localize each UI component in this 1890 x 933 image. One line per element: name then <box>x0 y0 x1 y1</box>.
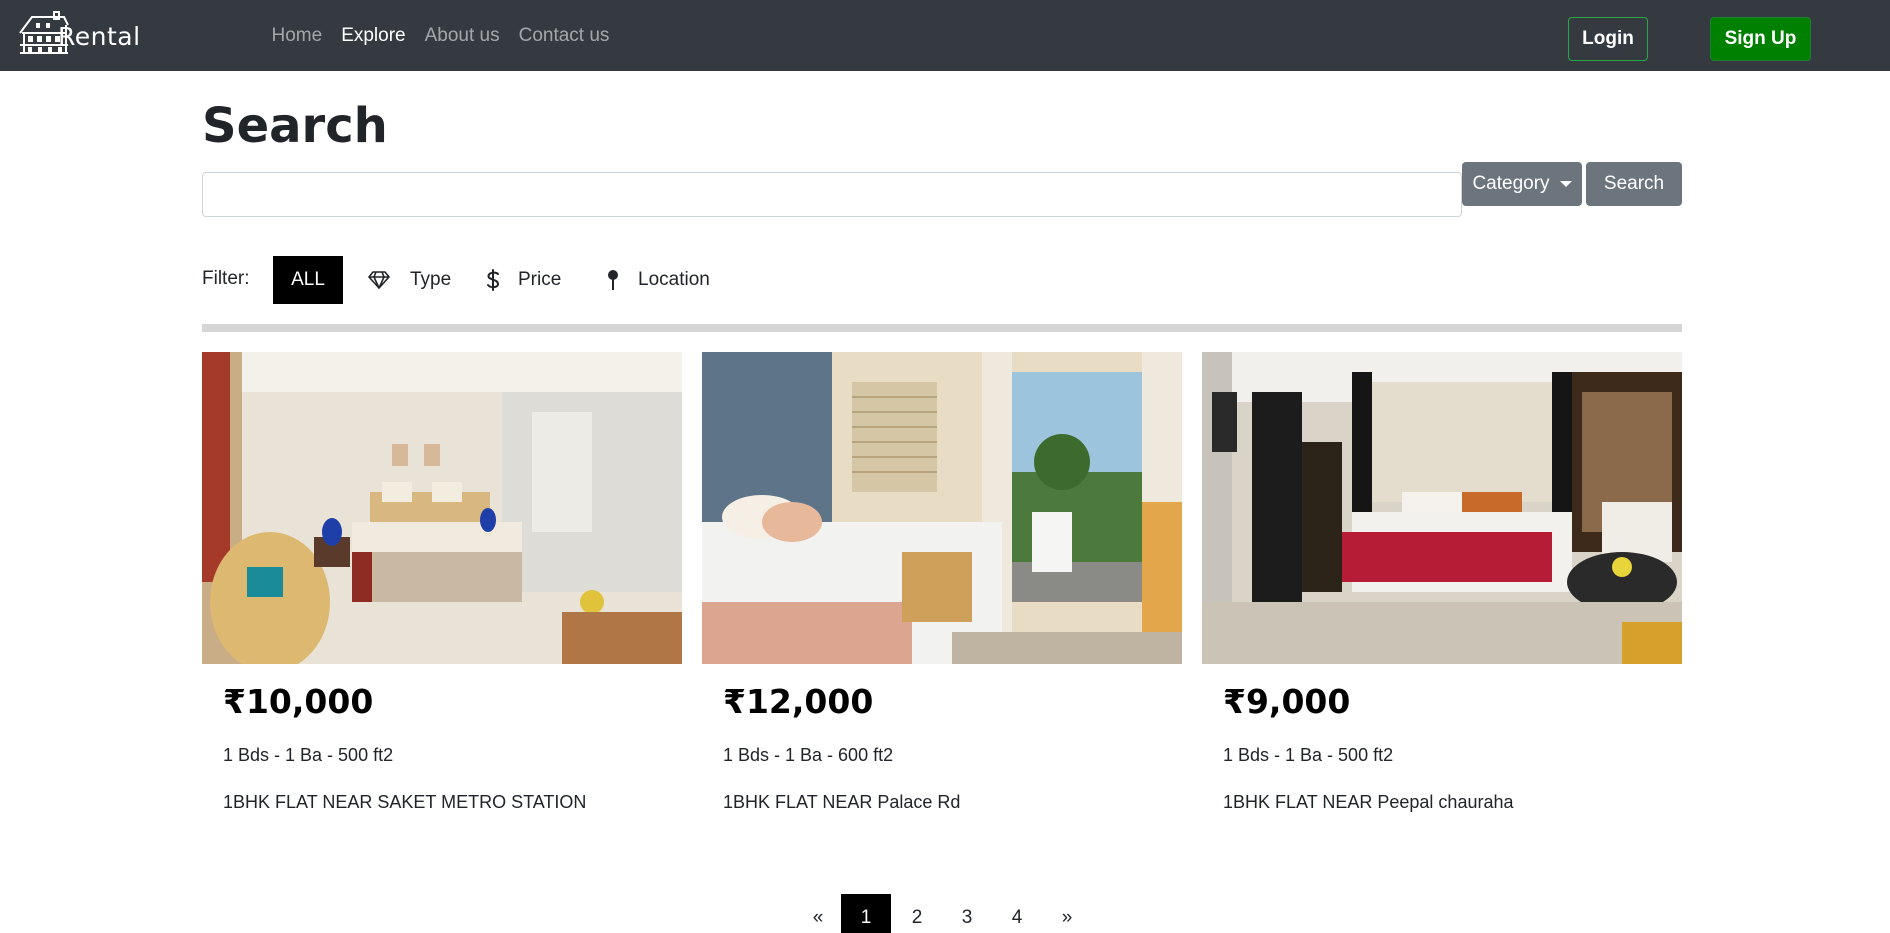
listing-price: ₹9,000 <box>1223 682 1351 721</box>
listing-title[interactable]: 1BHK FLAT NEAR Peepal chauraha <box>1223 792 1514 813</box>
login-button[interactable]: Login <box>1568 17 1648 61</box>
category-dropdown-button[interactable]: Category <box>1462 162 1582 206</box>
search-button[interactable]: Search <box>1586 162 1682 206</box>
listing-title[interactable]: 1BHK FLAT NEAR Palace Rd <box>723 792 960 813</box>
listing-card[interactable]: ₹9,000 1 Bds - 1 Ba - 500 ft2 1BHK FLAT … <box>1202 352 1682 822</box>
listing-price: ₹10,000 <box>223 682 374 721</box>
nav-link-contact[interactable]: Contact us <box>509 25 619 47</box>
filter-type-label: Type <box>410 269 452 290</box>
listing-card[interactable]: ₹12,000 1 Bds - 1 Ba - 600 ft2 1BHK FLAT… <box>702 352 1182 822</box>
nav-link-home[interactable]: Home <box>262 25 332 47</box>
search-input[interactable] <box>202 172 1462 217</box>
listing-specs: 1 Bds - 1 Ba - 500 ft2 <box>1223 745 1394 765</box>
pagination-next[interactable]: » <box>1042 894 1092 933</box>
pagination-page-4[interactable]: 4 <box>992 894 1042 933</box>
filter-label: Filter: <box>202 268 250 289</box>
pagination: « 1 2 3 4 » <box>0 894 1890 933</box>
caret-down-icon <box>1559 181 1572 187</box>
filter-location[interactable]: Location <box>602 256 710 304</box>
listing-photo[interactable] <box>1202 352 1682 664</box>
filter-type[interactable]: Type <box>368 256 451 304</box>
filter-price[interactable]: Price <box>482 256 561 304</box>
category-label: Category <box>1472 173 1550 194</box>
brand-name[interactable]: Rental <box>58 22 141 51</box>
listing-specs: 1 Bds - 1 Ba - 600 ft2 <box>723 745 894 765</box>
pagination-page-3[interactable]: 3 <box>942 894 992 933</box>
listing-specs: 1 Bds - 1 Ba - 500 ft2 <box>223 745 394 765</box>
map-pin-icon <box>602 269 624 291</box>
pagination-page-1[interactable]: 1 <box>841 894 891 933</box>
pagination-page-2[interactable]: 2 <box>892 894 942 933</box>
filter-all-button[interactable]: ALL <box>273 256 343 304</box>
listing-price: ₹12,000 <box>723 682 874 721</box>
nav-link-about[interactable]: About us <box>415 25 509 47</box>
dollar-icon <box>482 269 504 291</box>
listing-photo[interactable] <box>702 352 1182 664</box>
nav-links: Home Explore About us Contact us <box>262 0 619 71</box>
diamond-icon <box>368 269 390 291</box>
filter-price-label: Price <box>518 269 562 290</box>
pagination-prev[interactable]: « <box>793 894 843 933</box>
listing-photo[interactable] <box>202 352 682 664</box>
nav-link-explore[interactable]: Explore <box>332 25 415 47</box>
listing-title[interactable]: 1BHK FLAT NEAR SAKET METRO STATION <box>223 792 586 813</box>
filter-location-label: Location <box>638 269 710 290</box>
navbar: Rental Home Explore About us Contact us … <box>0 0 1890 71</box>
signup-button[interactable]: Sign Up <box>1710 17 1811 61</box>
page-title: Search <box>202 98 388 154</box>
divider <box>202 324 1682 332</box>
listing-card[interactable]: ₹10,000 1 Bds - 1 Ba - 500 ft2 1BHK FLAT… <box>202 352 682 822</box>
